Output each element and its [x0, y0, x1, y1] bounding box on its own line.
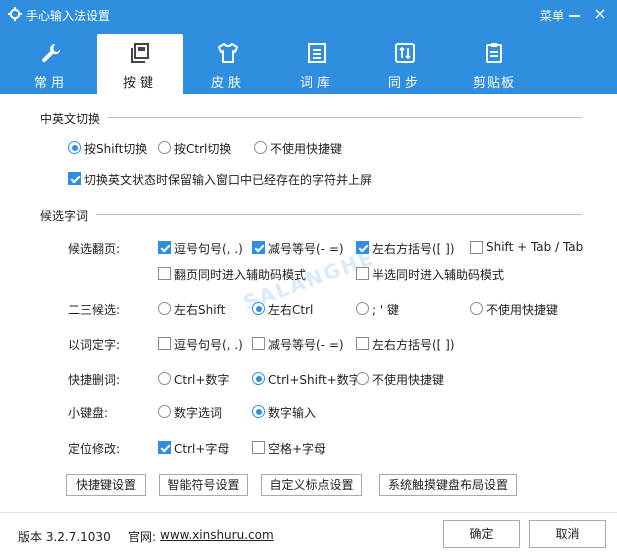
section-title-candidate: 候选字词	[40, 209, 89, 223]
window-title: 手心输入法设置	[26, 9, 111, 23]
keyboard-icon	[131, 43, 149, 63]
tab-dictionary[interactable]: 词库	[274, 34, 360, 94]
close-button[interactable]: ×	[592, 6, 608, 22]
tab-clipboard[interactable]: 剪贴板	[451, 34, 537, 94]
gear-icon	[8, 7, 22, 21]
radio-ctrl-candidate[interactable]	[252, 302, 265, 315]
checkbox-label: 翻页同时进入辅助码模式	[174, 268, 307, 282]
radio-label: Ctrl+Shift+数字	[268, 373, 361, 387]
checkbox-word-comma-period[interactable]	[158, 337, 171, 350]
radio-keypad-input[interactable]	[252, 405, 265, 418]
radio-shift-candidate[interactable]	[158, 302, 171, 315]
checkbox-label: 逗号句号(, .)	[174, 242, 243, 256]
tab-label: 皮肤	[210, 76, 245, 91]
radio-label: 左右Shift	[174, 303, 226, 317]
radio-no-shortcut-switch[interactable]	[254, 141, 267, 154]
checkbox-comma-period[interactable]	[158, 241, 171, 254]
tab-label: 按键	[122, 76, 157, 91]
checkbox-label: 逗号句号(, .)	[174, 338, 243, 352]
row-label-position-edit: 定位修改:	[68, 442, 121, 456]
checkbox-keep-text[interactable]	[68, 172, 81, 185]
tab-label: 剪贴板	[472, 76, 515, 91]
checkbox-minus-equal[interactable]	[252, 241, 265, 254]
radio-ctrl-number[interactable]	[158, 372, 171, 385]
checkbox-half-aux-mode[interactable]	[356, 267, 369, 280]
title-bar: 手心输入法设置 菜单 ×	[0, 0, 617, 30]
shortcut-settings-button[interactable]: 快捷键设置	[66, 474, 146, 496]
checkbox-label: 半选同时进入辅助码模式	[372, 268, 505, 282]
radio-label: 按Shift切换	[84, 142, 148, 156]
radio-label: Ctrl+数字	[174, 373, 230, 387]
radio-ctrl-shift-number[interactable]	[252, 372, 265, 385]
row-label-keypad: 小键盘:	[68, 406, 109, 420]
version-text: 版本 3.2.7.1030	[18, 530, 111, 544]
menu-button[interactable]: 菜单	[540, 7, 564, 24]
custom-punctuation-button[interactable]: 自定义标点设置	[261, 474, 362, 496]
radio-no-shortcut-delete[interactable]	[356, 372, 369, 385]
section-divider	[96, 214, 582, 215]
radio-label: 不使用快捷键	[270, 142, 343, 156]
checkbox-label: 减号等号(- =)	[268, 338, 344, 352]
radio-label: 左右Ctrl	[268, 303, 314, 317]
smart-symbol-settings-button[interactable]: 智能符号设置	[159, 474, 248, 496]
tab-label: 同步	[387, 76, 422, 91]
shirt-icon	[218, 43, 238, 63]
section-divider	[108, 117, 582, 118]
ok-button[interactable]: 确定	[443, 520, 520, 548]
row-label-delete-word: 快捷删词:	[68, 373, 121, 387]
cancel-button[interactable]: 取消	[529, 520, 606, 548]
radio-keypad-select[interactable]	[158, 405, 171, 418]
sync-icon	[395, 43, 415, 63]
checkbox-label: 空格+字母	[268, 442, 327, 456]
settings-window: 手心输入法设置 菜单 × 常用 按键 皮肤 词库 同步 剪贴板 中英文切换 按S…	[0, 0, 617, 554]
website-label: 官网:	[128, 530, 157, 544]
radio-label: 不使用快捷键	[486, 303, 559, 317]
checkbox-ctrl-letter[interactable]	[158, 441, 171, 454]
checkbox-label: 切换英文状态时保留输入窗口中已经存在的字符并上屏	[84, 173, 373, 187]
radio-label: 数字输入	[268, 406, 317, 420]
document-icon	[308, 43, 326, 63]
tab-sync[interactable]: 同步	[362, 34, 448, 94]
checkbox-word-brackets[interactable]	[356, 337, 369, 350]
radio-shift-switch[interactable]	[68, 141, 81, 154]
tab-skin[interactable]: 皮肤	[185, 34, 271, 94]
radio-label: 按Ctrl切换	[174, 142, 232, 156]
checkbox-space-letter[interactable]	[252, 441, 265, 454]
tab-keys[interactable]: 按键	[97, 34, 183, 94]
tab-label: 常用	[33, 76, 68, 91]
checkbox-label: 左右方括号([ ])	[372, 338, 455, 352]
radio-semicolon-candidate[interactable]	[356, 302, 369, 315]
header-bar: 手心输入法设置 菜单 × 常用 按键 皮肤 词库 同步 剪贴板	[0, 0, 617, 94]
tab-common[interactable]: 常用	[8, 34, 94, 94]
checkbox-page-aux-mode[interactable]	[158, 267, 171, 280]
checkbox-label: 左右方括号([ ])	[372, 242, 455, 256]
radio-label: ; ' 键	[372, 303, 399, 317]
radio-no-shortcut-candidate[interactable]	[470, 302, 483, 315]
radio-label: 不使用快捷键	[372, 373, 445, 387]
row-label-page-turn: 候选翻页:	[68, 242, 121, 256]
checkbox-shift-tab[interactable]	[470, 241, 483, 254]
checkbox-label: 减号等号(- =)	[268, 242, 344, 256]
touch-keyboard-layout-button[interactable]: 系统触摸键盘布局设置	[379, 474, 517, 496]
checkbox-brackets[interactable]	[356, 241, 369, 254]
section-title-switch: 中英文切换	[40, 112, 101, 126]
row-label-second-candidate: 二三候选:	[68, 303, 121, 317]
checkbox-label: Ctrl+字母	[174, 442, 230, 456]
tab-label: 词库	[299, 76, 334, 91]
radio-ctrl-switch[interactable]	[158, 141, 171, 154]
row-label-word-select: 以词定字:	[68, 338, 121, 352]
wrench-icon	[42, 44, 61, 63]
checkbox-label: Shift + Tab / Tab	[486, 240, 584, 254]
website-link[interactable]: www.xinshuru.com	[160, 528, 274, 542]
radio-label: 数字选词	[174, 406, 223, 420]
minimize-button[interactable]	[568, 8, 582, 22]
checkbox-word-minus-equal[interactable]	[252, 337, 265, 350]
clipboard-icon	[486, 43, 502, 63]
